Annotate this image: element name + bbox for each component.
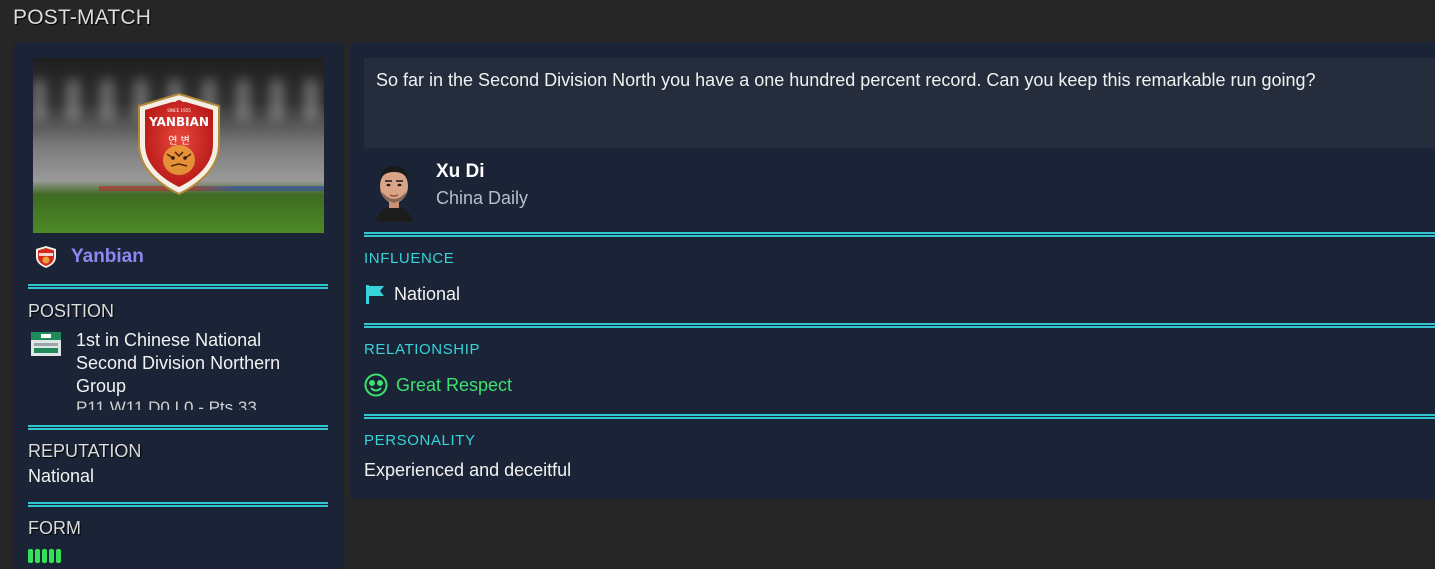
club-stadium-image: YANBIAN SINCE 1955 연 변 [33, 58, 324, 233]
club-mini-crest-icon [36, 246, 56, 268]
league-position-line-1: 1st in Chinese National [76, 330, 262, 350]
divider [28, 425, 328, 430]
journalist-name[interactable]: Xu Di [436, 161, 485, 183]
influence-value-row: National [364, 283, 460, 305]
league-record-stats: P11 W11 D0 L0 - Pts 33 [76, 398, 257, 410]
form-indicator [28, 549, 61, 563]
league-position-line-3: Group [76, 376, 127, 396]
form-result-bar [28, 549, 33, 563]
personality-label: PERSONALITY [364, 432, 476, 449]
relationship-value-row: Great Respect [364, 373, 512, 397]
reputation-value: National [28, 466, 95, 486]
page-title: POST-MATCH [13, 6, 152, 29]
form-label: FORM [28, 518, 81, 538]
personality-value: Experienced and deceitful [364, 460, 572, 480]
league-position[interactable]: 1st in Chinese National Second Division … [31, 329, 321, 410]
form-result-bar [35, 549, 40, 563]
journalist-outlet: China Daily [436, 188, 529, 208]
form-result-bar [56, 549, 61, 563]
crest-text: YANBIAN [148, 115, 209, 129]
influence-label: INFLUENCE [364, 250, 455, 267]
flag-icon [364, 283, 386, 305]
journalist-avatar [376, 166, 412, 222]
smiley-icon [364, 373, 388, 397]
club-name-link[interactable]: Yanbian [71, 246, 144, 268]
divider [364, 414, 1435, 419]
reputation-label: REPUTATION [28, 441, 142, 461]
club-info-panel: YANBIAN SINCE 1955 연 변 Yanbian POSITION [13, 42, 344, 569]
relationship-label: RELATIONSHIP [364, 341, 481, 358]
club-link-row[interactable]: Yanbian [35, 246, 144, 268]
league-logo-icon [31, 332, 61, 356]
relationship-value: Great Respect [396, 374, 513, 395]
form-result-bar [42, 549, 47, 563]
journalist-card[interactable]: Xu Di China Daily [364, 160, 1435, 230]
divider [28, 284, 328, 289]
question-text: So far in the Second Division North you … [376, 70, 1316, 90]
crest-motto: SINCE 1955 [167, 108, 191, 113]
divider [364, 232, 1435, 237]
question-box: So far in the Second Division North you … [364, 58, 1435, 148]
form-result-bar [49, 549, 54, 563]
influence-value: National [394, 283, 461, 304]
divider [28, 502, 328, 507]
club-crest-icon: YANBIAN SINCE 1955 연 변 [138, 92, 220, 196]
position-label: POSITION [28, 301, 115, 321]
press-question-panel: So far in the Second Division North you … [350, 42, 1435, 499]
post-match-screen: POST-MATCH YANBIAN SINCE 1955 연 변 Yanbia… [0, 0, 1435, 569]
divider [364, 323, 1435, 328]
league-position-line-2: Second Division Northern [76, 353, 281, 373]
